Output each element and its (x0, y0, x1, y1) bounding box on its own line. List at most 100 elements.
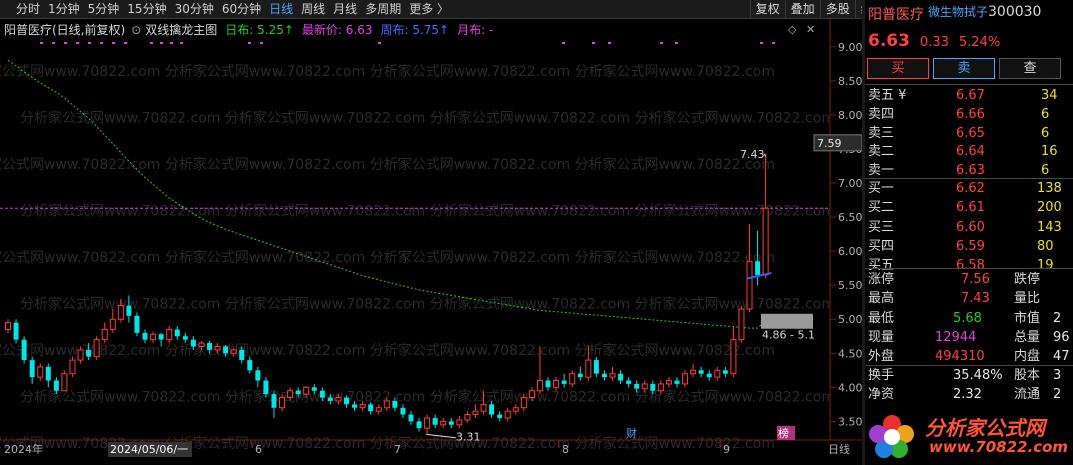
ask-row[interactable]: 卖五 ¥ 6.67 34 (865, 87, 1073, 104)
ask-row[interactable]: 卖一 6.63 6 (865, 162, 1073, 179)
ask-row[interactable]: 卖三 6.65 6 (865, 125, 1073, 142)
candle-body[interactable] (45, 366, 51, 381)
bid-row[interactable]: 买三 6.60 143 (865, 219, 1073, 236)
candle-body[interactable] (577, 373, 583, 378)
candle-body[interactable] (223, 346, 229, 354)
candle-body[interactable] (714, 369, 721, 378)
bid-row[interactable]: 买四 6.59 80 (865, 238, 1073, 255)
candle-body[interactable] (601, 373, 607, 378)
ask-row[interactable]: 卖二 6.64 16 (865, 143, 1073, 160)
candle-body[interactable] (456, 419, 463, 426)
candle-body[interactable] (29, 360, 35, 378)
candle-body[interactable] (77, 349, 84, 361)
candle-body[interactable] (174, 329, 180, 337)
candle-body[interactable] (512, 407, 519, 412)
candle-body[interactable] (626, 380, 632, 384)
candle-body[interactable] (126, 305, 132, 316)
candle-body[interactable] (593, 360, 599, 374)
candle-body[interactable] (117, 305, 124, 320)
candle-body[interactable] (279, 397, 286, 409)
candle-body[interactable] (383, 400, 390, 409)
candle-body[interactable] (464, 414, 471, 421)
candle-body[interactable] (730, 339, 737, 375)
candle-body[interactable] (198, 342, 205, 347)
candle-body[interactable] (13, 322, 19, 340)
candle-body[interactable] (53, 380, 59, 391)
query-button[interactable]: 查 (999, 58, 1061, 79)
candle-body[interactable] (21, 339, 27, 361)
candle-body[interactable] (182, 336, 188, 340)
candle-body[interactable] (690, 369, 697, 375)
candle-body[interactable] (142, 332, 148, 340)
candle-body[interactable] (400, 407, 406, 415)
candle-body[interactable] (263, 380, 269, 395)
candle-body[interactable] (271, 394, 277, 408)
candle-body[interactable] (295, 390, 301, 395)
candle-body[interactable] (665, 380, 672, 385)
candle-body[interactable] (368, 404, 374, 412)
candle-body[interactable] (190, 339, 196, 347)
candle-body[interactable] (504, 410, 511, 419)
candle-body[interactable] (37, 366, 44, 378)
candle-body[interactable] (335, 397, 342, 402)
candle-body[interactable] (424, 417, 431, 429)
candle-body[interactable] (101, 328, 108, 341)
sell-button[interactable]: 卖 (933, 58, 995, 79)
candle-body[interactable] (722, 370, 728, 374)
candle-body[interactable] (536, 380, 543, 392)
candle-body[interactable] (706, 373, 712, 378)
candle-body[interactable] (359, 403, 366, 409)
candle-body[interactable] (5, 322, 11, 330)
candle-body[interactable] (755, 261, 761, 275)
candle-body[interactable] (553, 380, 560, 388)
candle-body[interactable] (344, 397, 350, 405)
candle-body[interactable] (214, 345, 221, 351)
candle-body[interactable] (448, 421, 454, 425)
candle-body[interactable] (674, 380, 680, 384)
candle-body[interactable] (319, 390, 325, 398)
stock-concept-tag[interactable]: 微生物拭子 (928, 3, 988, 25)
candle-body[interactable] (641, 383, 648, 390)
candle-body[interactable] (247, 360, 253, 371)
candle-body[interactable] (109, 318, 116, 330)
buy-button[interactable]: 买 (867, 58, 929, 79)
candle-body[interactable] (609, 373, 616, 378)
candle-body[interactable] (762, 207, 769, 276)
candle-body[interactable] (408, 414, 414, 422)
candle-body[interactable] (207, 343, 212, 350)
candle-body[interactable] (528, 390, 535, 399)
candle-body[interactable] (255, 370, 261, 381)
candle-body[interactable] (416, 421, 422, 429)
candle-body[interactable] (585, 359, 592, 378)
candle-body[interactable] (738, 308, 745, 341)
candle-body[interactable] (311, 387, 317, 391)
candle-body[interactable] (472, 410, 479, 416)
candle-body[interactable] (634, 383, 640, 389)
candle-body[interactable] (166, 328, 173, 341)
candle-body[interactable] (520, 397, 527, 409)
candle-body[interactable] (69, 359, 76, 375)
candle-body[interactable] (327, 397, 333, 401)
candle-body[interactable] (497, 414, 503, 418)
candle-body[interactable] (657, 383, 664, 392)
candle-body[interactable] (618, 373, 624, 381)
candle-body[interactable] (86, 349, 92, 357)
candle-body[interactable] (545, 380, 551, 388)
candle-body[interactable] (650, 383, 656, 391)
bid-row[interactable]: 买二 6.61 200 (865, 199, 1073, 216)
candle-body[interactable] (352, 404, 358, 408)
candle-body[interactable] (682, 373, 689, 385)
candle-body[interactable] (489, 404, 495, 415)
candle-body[interactable] (746, 260, 753, 310)
candle-body[interactable] (150, 333, 157, 341)
candle-body[interactable] (561, 380, 567, 384)
candle-body[interactable] (61, 373, 68, 392)
ask-row[interactable]: 卖四 6.66 6 (865, 106, 1073, 123)
candle-body[interactable] (432, 417, 438, 425)
candle-body[interactable] (569, 373, 576, 385)
candle-body[interactable] (134, 315, 140, 333)
candle-body[interactable] (93, 339, 100, 358)
candle-body[interactable] (239, 349, 245, 361)
candle-body[interactable] (158, 334, 164, 340)
candle-body[interactable] (303, 386, 310, 395)
